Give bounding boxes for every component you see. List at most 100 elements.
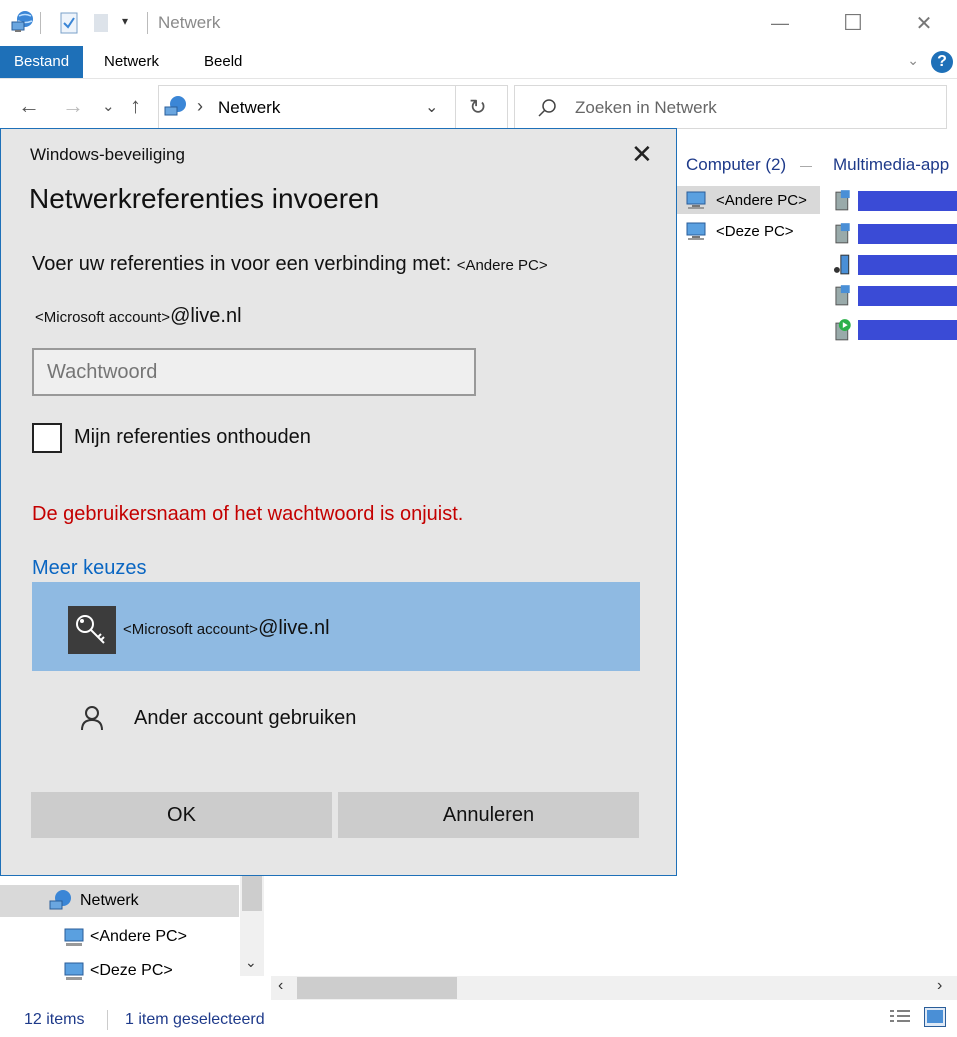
list-item-media[interactable] <box>832 319 957 341</box>
address-dropdown-icon[interactable]: ⌄ <box>425 97 438 117</box>
up-button[interactable]: ↑ <box>130 93 141 119</box>
media-player-icon <box>835 319 851 341</box>
redacted-name <box>857 286 957 306</box>
search-icon <box>538 99 556 117</box>
list-item-media[interactable] <box>832 190 957 211</box>
cancel-button[interactable]: Annuleren <box>338 792 639 838</box>
key-icon <box>68 606 116 654</box>
details-view-icon[interactable] <box>889 1008 911 1026</box>
address-text: Netwerk <box>218 98 281 117</box>
computer-icon <box>64 962 84 980</box>
list-item-media[interactable] <box>832 285 957 306</box>
horizontal-scrollbar[interactable]: ‹ › <box>271 976 957 1000</box>
computer-icon <box>64 928 84 946</box>
error-message: De gebruikersnaam of het wachtwoord is o… <box>32 503 464 525</box>
tab-bestand[interactable]: Bestand <box>0 46 84 78</box>
tab-beeld[interactable]: Beeld <box>190 46 256 78</box>
computer-label: <Andere PC> <box>716 191 807 209</box>
list-item-media[interactable] <box>832 254 957 275</box>
search-box[interactable]: Zoeken in Netwerk <box>514 85 947 129</box>
media-phone-icon <box>833 254 850 275</box>
large-icons-view-icon[interactable] <box>924 1007 946 1027</box>
network-icon <box>49 890 71 910</box>
window-title: Netwerk <box>158 13 221 32</box>
password-field[interactable] <box>32 348 476 396</box>
account-prefix: <Microsoft account> <box>123 621 259 638</box>
media-device-icon <box>835 190 850 211</box>
scroll-thumb[interactable] <box>297 977 457 999</box>
scroll-thumb[interactable] <box>242 876 262 911</box>
new-folder-icon[interactable] <box>93 12 109 34</box>
navigation-bar: ← → ⌄ ↑ › Netwerk ⌄ ↻ Zoeken in Netwerk <box>0 79 957 131</box>
tree-item-andere-pc[interactable]: <Andere PC> <box>0 921 239 953</box>
recent-locations-button[interactable]: ⌄ <box>102 97 115 115</box>
vertical-scrollbar[interactable]: ⌄ <box>240 876 264 976</box>
customize-qat-icon[interactable]: ▾ <box>122 14 128 28</box>
redacted-name <box>857 255 957 275</box>
credential-dialog: Windows-beveiliging ✕ Netwerkreferenties… <box>0 128 677 876</box>
scroll-down-icon[interactable]: ⌄ <box>245 954 257 971</box>
tree-item-netwerk[interactable]: Netwerk <box>0 885 239 917</box>
prompt-text: Voer uw referenties in voor een verbindi… <box>32 253 452 275</box>
help-icon[interactable]: ? <box>931 51 953 73</box>
other-account-option[interactable]: Ander account gebruiken <box>32 691 640 746</box>
target-computer: <Andere PC> <box>456 257 548 274</box>
username-display: <Microsoft account>@live.nl <box>35 305 242 328</box>
status-bar: 12 items 1 item geselecteerd <box>0 1000 957 1037</box>
title-bar: ▾ Netwerk — ☐ ✕ <box>0 0 957 46</box>
other-account-label: Ander account gebruiken <box>134 707 357 729</box>
group-header-multimedia[interactable]: Multimedia-app <box>833 155 949 175</box>
group-header-computer[interactable]: Computer (2) <box>686 155 786 175</box>
close-button[interactable]: ✕ <box>901 0 947 46</box>
separator <box>107 1010 108 1030</box>
redacted-name <box>857 224 957 244</box>
back-button[interactable]: ← <box>18 93 40 119</box>
item-count: 12 items <box>24 1011 85 1028</box>
separator <box>147 12 148 34</box>
person-icon <box>81 706 103 731</box>
address-bar[interactable]: › Netwerk ⌄ ↻ <box>158 85 508 129</box>
file-list: Computer (2) Multimedia-app <Andere PC> … <box>676 131 957 976</box>
properties-icon[interactable] <box>59 12 79 34</box>
more-choices-link[interactable]: Meer keuzes <box>32 557 147 580</box>
tree-item-deze-pc[interactable]: <Deze PC> <box>0 955 239 987</box>
group-divider <box>800 166 812 167</box>
separator <box>40 12 41 34</box>
dialog-caption: Windows-beveiliging <box>30 145 185 164</box>
account-option-selected[interactable]: <Microsoft account>@live.nl <box>32 582 640 671</box>
ribbon-tabs: Bestand Netwerk Beeld ⌄ ? <box>0 46 957 79</box>
expand-ribbon-icon[interactable]: ⌄ <box>907 52 919 69</box>
media-device-icon <box>835 223 850 244</box>
computer-icon <box>686 222 706 240</box>
dialog-heading: Netwerkreferenties invoeren <box>29 183 380 214</box>
separator <box>455 86 456 128</box>
maximize-button[interactable]: ☐ <box>830 0 876 46</box>
network-icon <box>11 11 33 32</box>
list-item-media[interactable] <box>832 223 957 244</box>
remember-checkbox[interactable] <box>32 423 62 453</box>
list-item-deze-pc[interactable]: <Deze PC> <box>676 217 820 245</box>
quick-access-toolbar <box>10 10 36 34</box>
computer-icon <box>686 191 706 209</box>
forward-button[interactable]: → <box>62 93 84 119</box>
scroll-left-icon[interactable]: ‹ <box>278 977 283 995</box>
tree-label: <Andere PC> <box>90 928 187 945</box>
dialog-close-button[interactable]: ✕ <box>631 141 653 167</box>
tree-label: <Deze PC> <box>90 962 173 979</box>
minimize-button[interactable]: — <box>757 0 803 46</box>
account-prefix: <Microsoft account> <box>35 309 171 326</box>
network-icon <box>164 96 186 116</box>
account-domain: @live.nl <box>258 617 330 639</box>
refresh-button[interactable]: ↻ <box>469 95 487 120</box>
search-input[interactable]: Zoeken in Netwerk <box>575 98 717 118</box>
scroll-right-icon[interactable]: › <box>937 977 942 995</box>
connection-prompt: Voer uw referenties in voor een verbindi… <box>32 253 548 276</box>
media-device-icon <box>835 285 850 306</box>
remember-label[interactable]: Mijn referenties onthouden <box>74 426 311 449</box>
computer-label: <Deze PC> <box>716 222 794 240</box>
list-item-andere-pc[interactable]: <Andere PC> <box>676 186 820 214</box>
tab-netwerk[interactable]: Netwerk <box>90 46 173 78</box>
ok-button[interactable]: OK <box>31 792 332 838</box>
redacted-name <box>857 191 957 211</box>
account-option-label: <Microsoft account>@live.nl <box>123 617 330 640</box>
